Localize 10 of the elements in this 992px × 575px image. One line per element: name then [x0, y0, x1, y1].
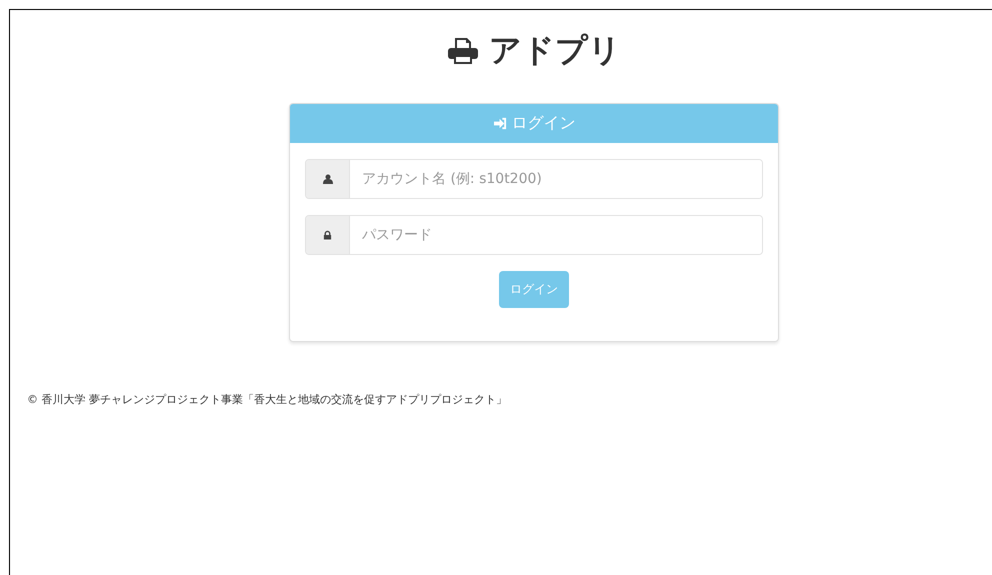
copyright-text: © 香川大学 夢チャレンジプロジェクト事業「香大生と地域の交流を促すアドプリプロジェクト」	[27, 392, 508, 407]
panel-title: ログイン	[512, 113, 576, 134]
sign-in-icon	[492, 117, 508, 130]
input-group[interactable]: アカウント名 (例: s10t200)	[305, 159, 763, 199]
app-title: アドプリ	[489, 30, 621, 71]
input-group[interactable]: パスワード	[305, 215, 763, 255]
printer-icon	[447, 37, 479, 65]
user-icon	[322, 174, 332, 184]
login-button[interactable]: ログイン	[499, 271, 569, 308]
lock-icon	[323, 230, 332, 240]
